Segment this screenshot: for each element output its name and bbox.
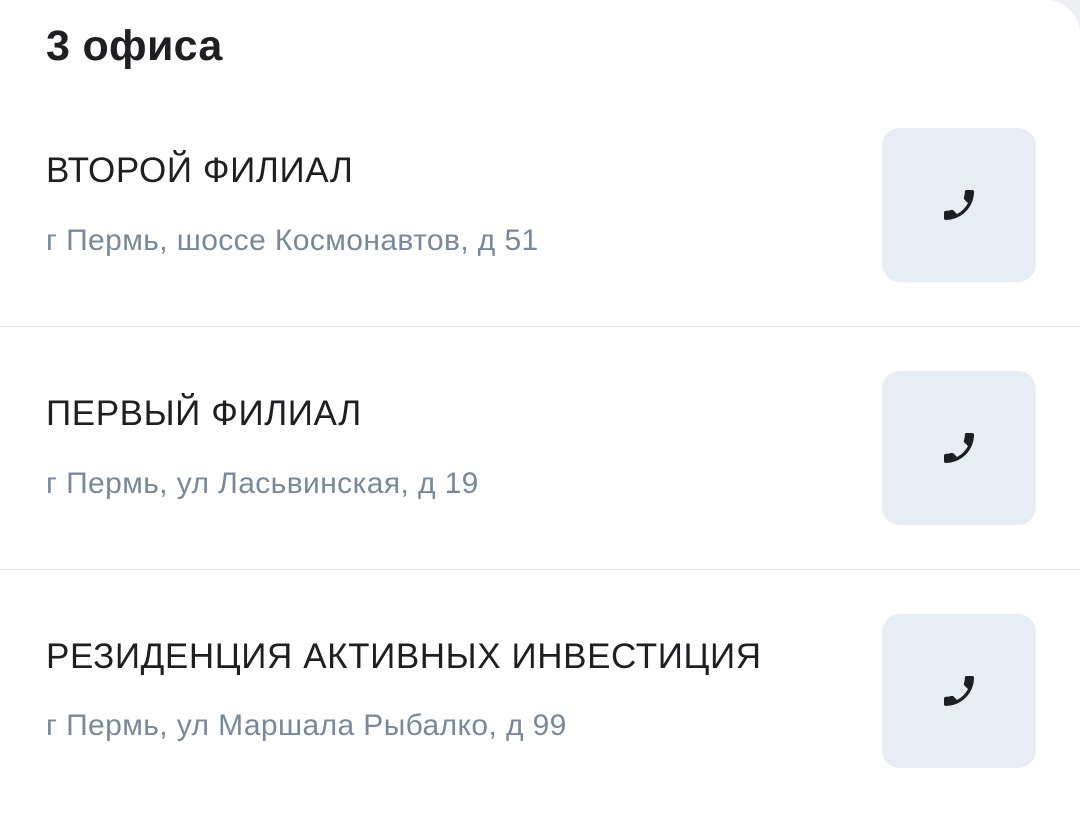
office-item[interactable]: РЕЗИДЕНЦИЯ АКТИВНЫХ ИНВЕСТИЦИЯ г Пермь, … [0, 0, 1080, 818]
call-button[interactable] [882, 614, 1036, 768]
office-name: РЕЗИДЕНЦИЯ АКТИВНЫХ ИНВЕСТИЦИЯ [46, 637, 762, 676]
phone-icon [944, 676, 974, 706]
office-address: г Пермь, ул Маршала Рыбалко, д 99 [46, 709, 567, 742]
offices-card: 3 офиса ВТОРОЙ ФИЛИАЛ г Пермь, шоссе Кос… [0, 0, 1080, 818]
